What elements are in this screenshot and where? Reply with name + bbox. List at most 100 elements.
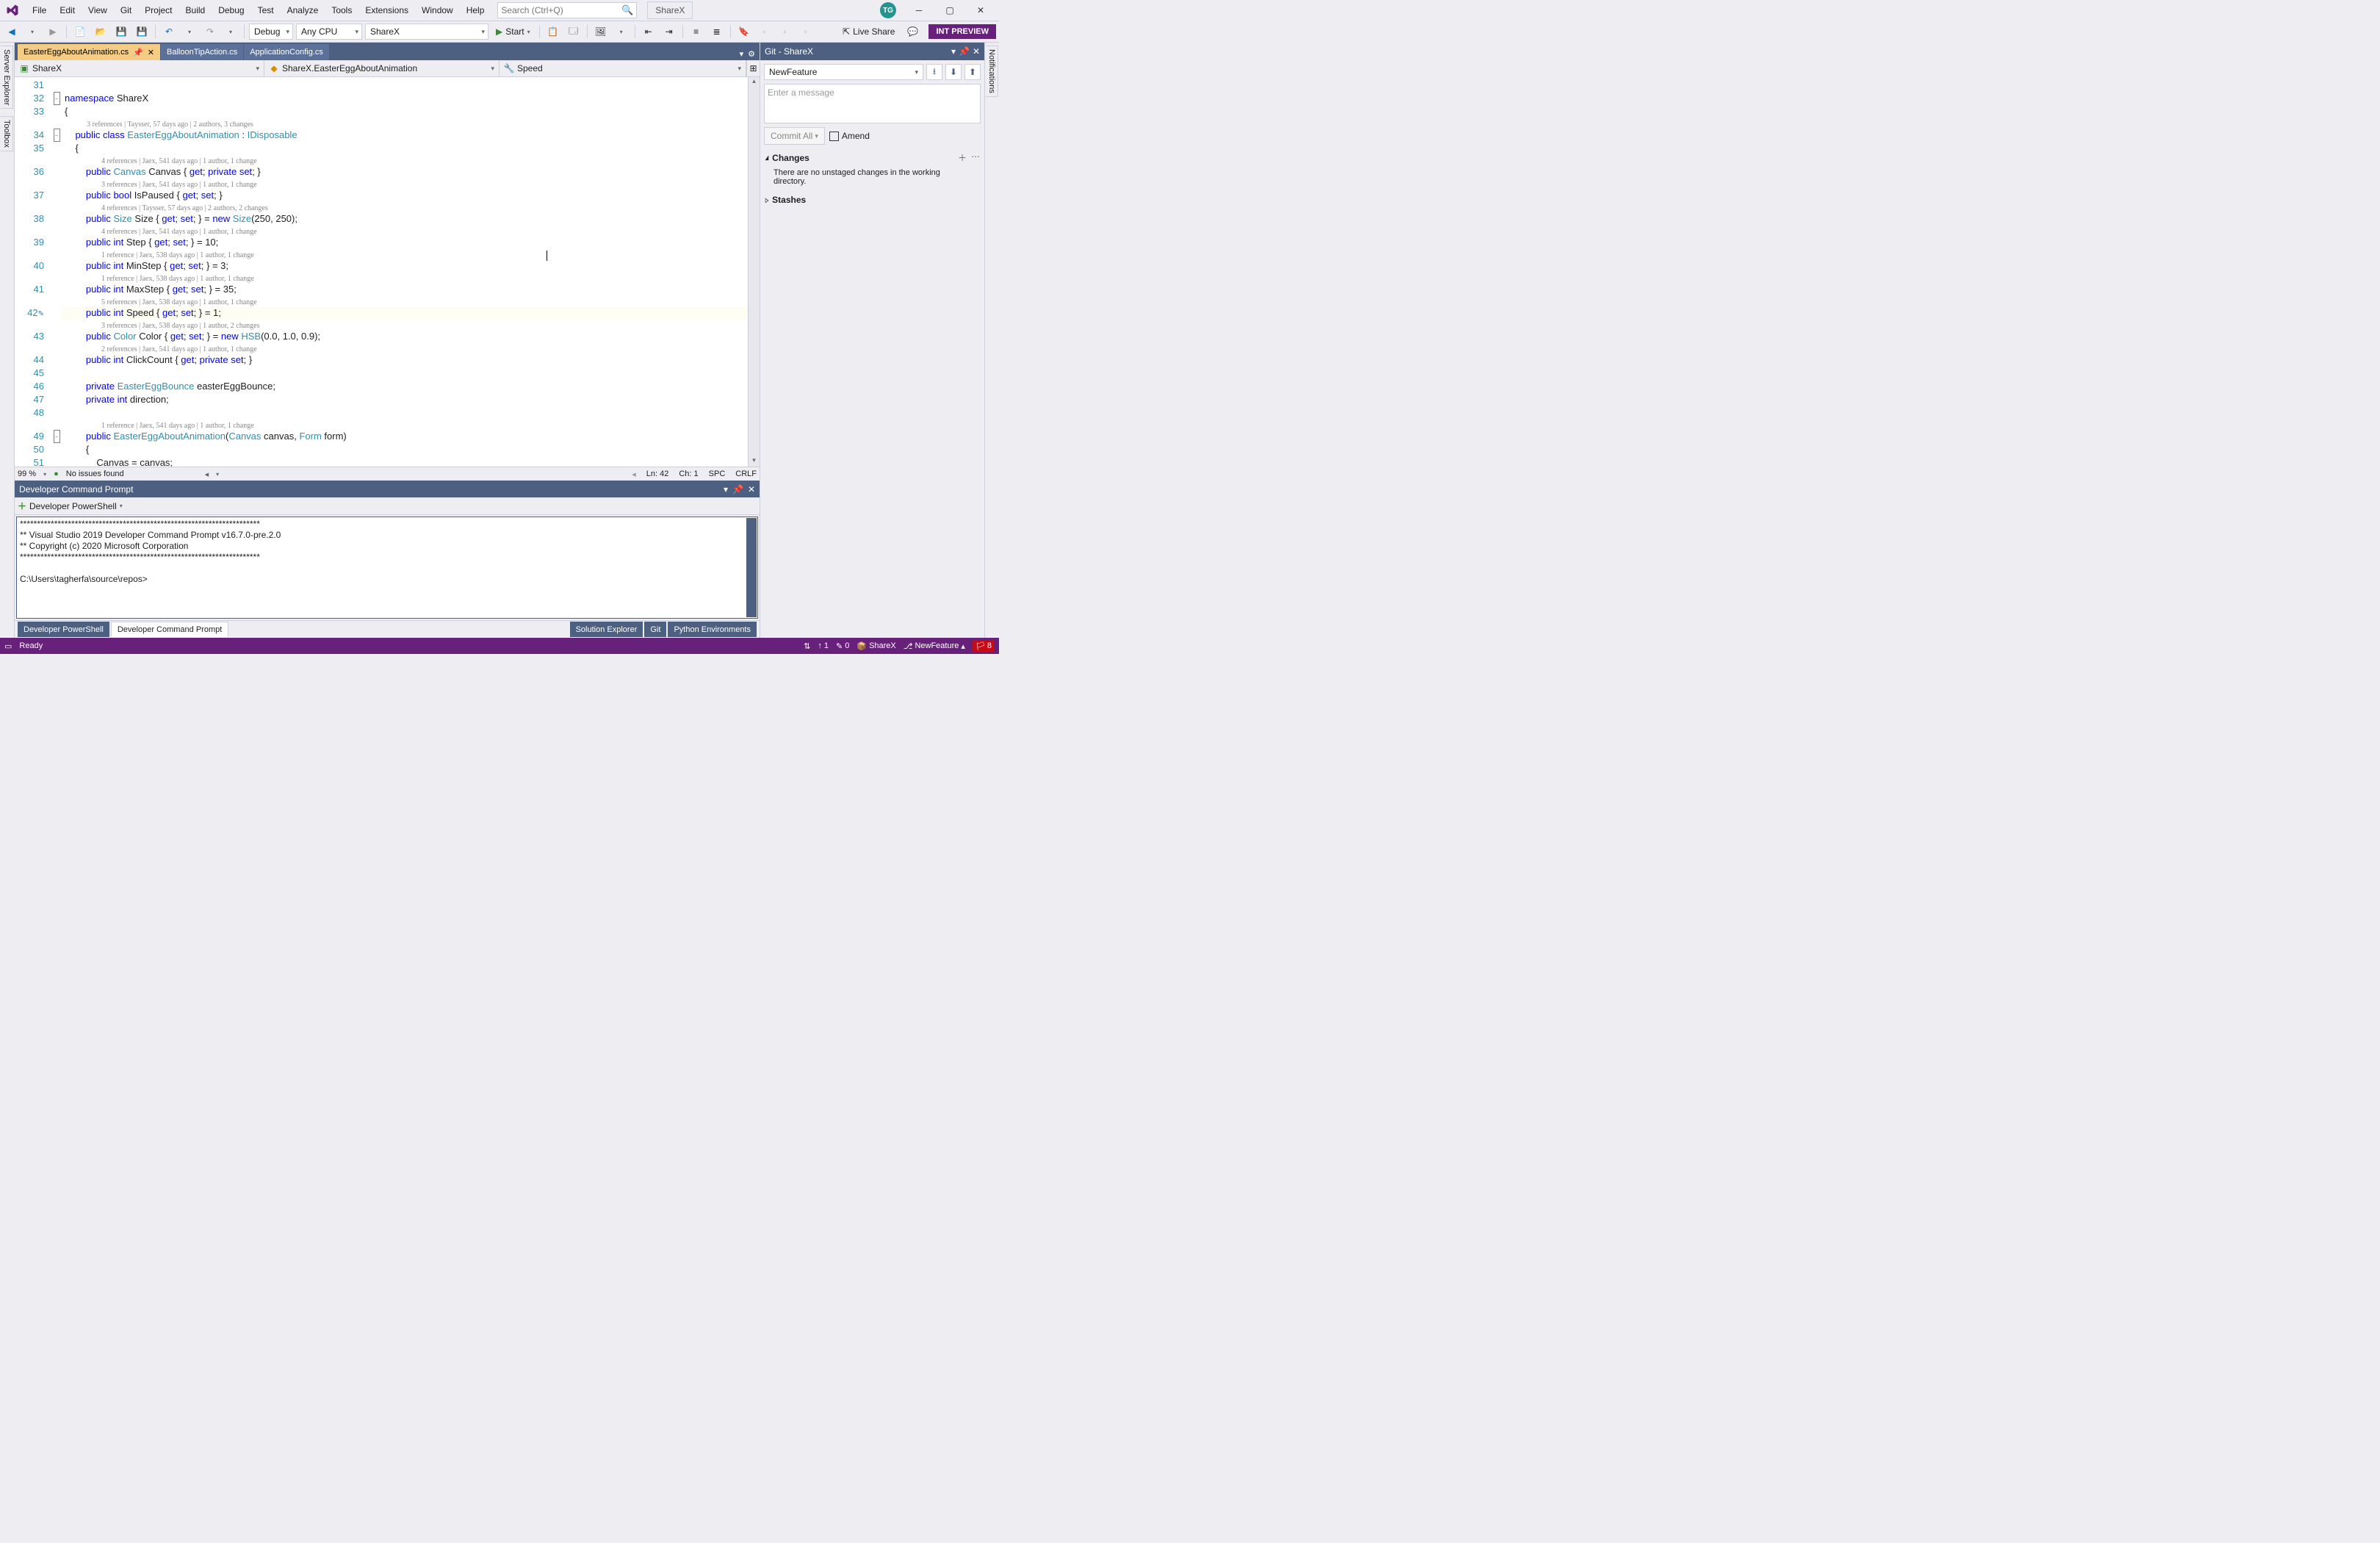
menu-help[interactable]: Help [461, 2, 491, 18]
live-share-button[interactable]: ⇱ Live Share [837, 26, 901, 37]
config-dropdown[interactable]: Debug [249, 24, 293, 40]
notification-badge[interactable]: 🏳 8 [973, 641, 995, 652]
menu-window[interactable]: Window [416, 2, 459, 18]
tabs-dropdown-icon[interactable]: ▾ [738, 48, 746, 60]
tb-icon-3s[interactable]: ▾ [613, 23, 630, 40]
code-body[interactable]: namespace ShareX{ 3 references | Taysser… [62, 77, 748, 467]
start-debug-button[interactable]: ▶ Start ▾ [491, 23, 535, 40]
menu-file[interactable]: File [26, 2, 52, 18]
menu-extensions[interactable]: Extensions [359, 2, 414, 18]
more-icon[interactable]: ⋯ [971, 151, 980, 164]
terminal-output[interactable]: ****************************************… [16, 517, 758, 619]
changes-section-header[interactable]: Changes ＋⋯ [760, 148, 984, 167]
tab-solution-explorer[interactable]: Solution Explorer [570, 622, 643, 637]
save-button[interactable]: 💾 [112, 23, 130, 40]
terminal-type-label[interactable]: Developer PowerShell [29, 501, 117, 511]
close-button[interactable]: ✕ [965, 0, 996, 21]
panel-pin-icon[interactable]: 📌 [732, 484, 743, 494]
tab-dev-powershell[interactable]: Developer PowerShell [18, 622, 109, 637]
menu-test[interactable]: Test [252, 2, 280, 18]
indent-less-icon[interactable]: ⇤ [640, 23, 657, 40]
tb-icon-1[interactable]: 📋 [544, 23, 562, 40]
zoom-level[interactable]: 99 % [18, 470, 36, 478]
tab-balloontip[interactable]: BalloonTipAction.cs [161, 44, 243, 60]
nav-back-button[interactable]: ◀ [3, 23, 21, 40]
tb-gray-1[interactable]: ▫ [756, 23, 774, 40]
tab-python-env[interactable]: Python Environments [668, 622, 757, 637]
add-terminal-icon[interactable]: ＋ [18, 500, 26, 512]
panel-close-icon[interactable]: ✕ [973, 46, 980, 57]
small-dropdown-icon[interactable]: ▾ [216, 471, 219, 478]
fetch-button[interactable]: ⭳ [926, 64, 942, 80]
open-file-button[interactable]: 📂 [92, 23, 109, 40]
nav-back-split[interactable]: ▾ [24, 23, 41, 40]
push-button[interactable]: ⬆ [964, 64, 981, 80]
repo-name[interactable]: 📦 ShareX [857, 641, 895, 651]
amend-checkbox[interactable]: Amend [829, 131, 870, 141]
split-view-icon[interactable]: ⊞ [746, 60, 760, 76]
branch-dropdown[interactable]: NewFeature [764, 64, 923, 80]
maximize-button[interactable]: ▢ [934, 0, 965, 21]
user-avatar[interactable]: TG [880, 2, 896, 18]
tb-gray-2[interactable]: ▫ [776, 23, 794, 40]
zoom-dropdown-icon[interactable]: ▾ [43, 471, 46, 478]
nav-project[interactable]: ▣ ShareX ▾ [15, 60, 264, 76]
new-project-button[interactable]: 📄 [71, 23, 89, 40]
commit-all-button[interactable]: Commit All [764, 127, 825, 145]
menu-edit[interactable]: Edit [54, 2, 81, 18]
terminal-scrollbar[interactable] [746, 518, 757, 617]
tab-appconfig[interactable]: ApplicationConfig.cs [244, 44, 329, 60]
hscroll-left-icon[interactable]: ◂ [632, 470, 636, 479]
minimize-button[interactable]: ─ [904, 0, 934, 21]
checkbox-icon[interactable] [829, 132, 839, 141]
search-box[interactable]: 🔍 [497, 2, 637, 18]
comment-icon[interactable]: ≡ [688, 23, 705, 40]
pin-icon[interactable]: 📌 [133, 48, 143, 57]
scroll-up-icon[interactable]: ▴ [749, 77, 760, 87]
scroll-down-icon[interactable]: ▾ [749, 456, 760, 467]
nav-member[interactable]: 🔧 Speed ▾ [500, 60, 746, 76]
chevron-left-icon[interactable]: ◂ [205, 470, 209, 479]
stashes-section-header[interactable]: Stashes [760, 192, 984, 208]
redo-split[interactable]: ▾ [222, 23, 239, 40]
menu-debug[interactable]: Debug [212, 2, 250, 18]
uncomment-icon[interactable]: ≣ [708, 23, 726, 40]
stage-add-icon[interactable]: ＋ [958, 151, 967, 164]
panel-close-icon[interactable]: ✕ [748, 484, 755, 494]
tab-dev-cmd[interactable]: Developer Command Prompt [111, 622, 228, 637]
issues-label[interactable]: No issues found [66, 470, 124, 478]
redo-button[interactable]: ↷ [201, 23, 219, 40]
repo-sync-icon[interactable]: ⇅ [804, 641, 810, 651]
vertical-scrollbar[interactable]: ▴ ▾ [748, 77, 760, 467]
indent-more-icon[interactable]: ⇥ [660, 23, 678, 40]
terminal-type-dropdown-icon[interactable]: ▾ [120, 503, 123, 509]
startup-project-dropdown[interactable]: ShareX [365, 24, 488, 40]
save-all-button[interactable]: 💾 [133, 23, 151, 40]
fold-column[interactable]: −−−− [51, 77, 62, 467]
search-input[interactable] [501, 5, 621, 15]
tab-easteregg[interactable]: EasterEggAboutAnimation.cs 📌 ✕ [18, 44, 160, 60]
status-indent[interactable]: SPC [709, 470, 726, 479]
bookmark-icon[interactable]: 🔖 [735, 23, 753, 40]
commit-message-input[interactable]: Enter a message [764, 84, 981, 123]
platform-dropdown[interactable]: Any CPU [296, 24, 362, 40]
notifications-tab[interactable]: Notifications [986, 46, 998, 97]
panel-dropdown-icon[interactable]: ▾ [951, 46, 956, 57]
tb-gray-3[interactable]: ▫ [797, 23, 815, 40]
menu-view[interactable]: View [82, 2, 113, 18]
panel-pin-icon[interactable]: 📌 [959, 46, 970, 57]
tb-icon-2[interactable]: 🗔 [565, 23, 583, 40]
menu-project[interactable]: Project [139, 2, 178, 18]
panel-dropdown-icon[interactable]: ▾ [724, 484, 728, 494]
server-explorer-tab[interactable]: Server Explorer [1, 46, 13, 109]
pending-changes[interactable]: ✎ 0 [836, 641, 849, 651]
pull-button[interactable]: ⬇ [945, 64, 962, 80]
feedback-button[interactable]: 💬 [904, 23, 921, 40]
tb-icon-3[interactable]: 🖼 [592, 23, 610, 40]
undo-button[interactable]: ↶ [160, 23, 178, 40]
tab-git[interactable]: Git [644, 622, 666, 637]
undo-split[interactable]: ▾ [181, 23, 198, 40]
menu-git[interactable]: Git [115, 2, 137, 18]
tabs-gear-icon[interactable]: ⚙ [746, 48, 757, 60]
menu-analyze[interactable]: Analyze [281, 2, 325, 18]
